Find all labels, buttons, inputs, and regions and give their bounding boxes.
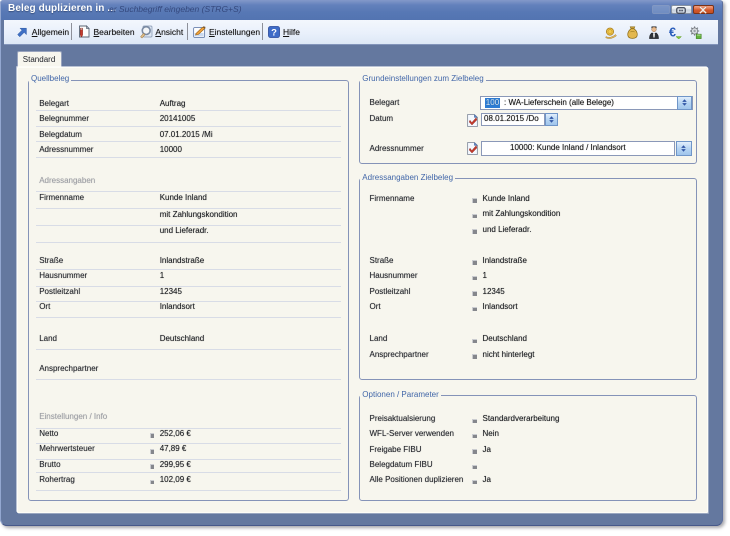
svg-text:€: € [669, 26, 676, 39]
svg-text:?: ? [271, 27, 277, 38]
